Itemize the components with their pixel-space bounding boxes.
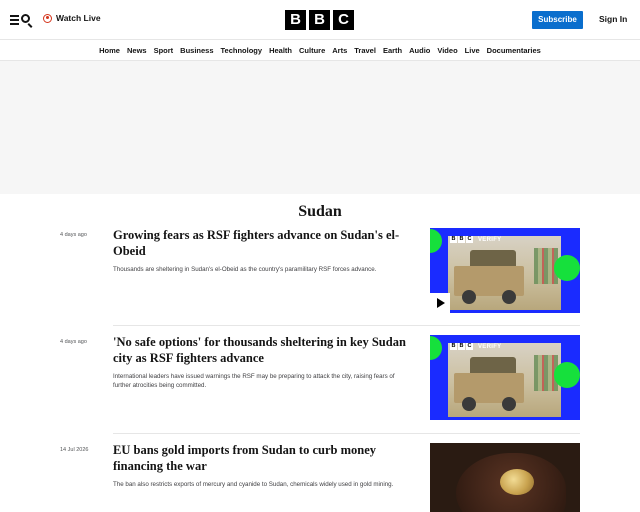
divider xyxy=(113,433,580,434)
sign-in-link[interactable]: Sign In xyxy=(599,14,627,24)
watch-live-label: Watch Live xyxy=(56,13,101,23)
bbc-verify-badge: B B C VERIFY xyxy=(450,236,502,243)
nav-item-news[interactable]: News xyxy=(126,46,147,55)
article-thumbnail[interactable]: B B C VERIFY xyxy=(430,228,580,313)
article-summary: International leaders have issued warnin… xyxy=(113,373,395,389)
nav-item-culture[interactable]: Culture xyxy=(298,46,325,55)
article-headline[interactable]: 'No safe options' for thousands shelteri… xyxy=(113,335,418,366)
article-summary: Thousands are sheltering in Sudan's el-O… xyxy=(113,266,377,273)
watch-live-link[interactable]: Watch Live xyxy=(43,13,101,23)
nav-item-arts[interactable]: Arts xyxy=(332,46,348,55)
nav-item-business[interactable]: Business xyxy=(180,46,214,55)
article-thumbnail[interactable] xyxy=(430,443,580,512)
top-bar: Watch Live B B C Subscribe Sign In xyxy=(0,0,640,40)
menu-icon xyxy=(10,15,19,17)
nav-item-earth[interactable]: Earth xyxy=(382,46,402,55)
bbc-verify-badge: B B C VERIFY xyxy=(450,343,502,350)
nav-item-video[interactable]: Video xyxy=(437,46,458,55)
nav-item-home[interactable]: Home xyxy=(99,46,121,55)
menu-search-button[interactable] xyxy=(10,13,32,27)
play-icon[interactable] xyxy=(430,293,450,313)
article-date: 4 days ago xyxy=(60,339,87,345)
search-icon xyxy=(21,14,30,23)
logo-letter: C xyxy=(333,10,354,30)
nav-item-live[interactable]: Live xyxy=(464,46,480,55)
page-title: Sudan xyxy=(298,203,342,220)
article-headline[interactable]: Growing fears as RSF fighters advance on… xyxy=(113,228,418,259)
nav-item-health[interactable]: Health xyxy=(269,46,293,55)
article-headline[interactable]: EU bans gold imports from Sudan to curb … xyxy=(113,443,418,474)
bbc-logo[interactable]: B B C xyxy=(285,10,354,30)
gold-nugget-image xyxy=(500,469,534,495)
article-summary: The ban also restricts exports of mercur… xyxy=(113,481,394,488)
article-date: 4 days ago xyxy=(60,232,87,238)
nav-item-travel[interactable]: Travel xyxy=(354,46,377,55)
logo-letter: B xyxy=(309,10,330,30)
nav-item-sport[interactable]: Sport xyxy=(153,46,174,55)
live-indicator-icon xyxy=(43,13,52,23)
logo-letter: B xyxy=(285,10,306,30)
ad-banner xyxy=(0,61,640,194)
nav-item-audio[interactable]: Audio xyxy=(409,46,431,55)
nav-item-technology[interactable]: Technology xyxy=(220,46,263,55)
divider xyxy=(113,325,580,326)
article-thumbnail[interactable]: B B C VERIFY xyxy=(430,335,580,420)
article-date: 14 Jul 2026 xyxy=(60,447,89,453)
nav-item-documentaries[interactable]: Documentaries xyxy=(486,46,541,55)
subscribe-button[interactable]: Subscribe xyxy=(532,11,583,29)
main-nav: Home News Sport Business Technology Heal… xyxy=(0,40,640,61)
